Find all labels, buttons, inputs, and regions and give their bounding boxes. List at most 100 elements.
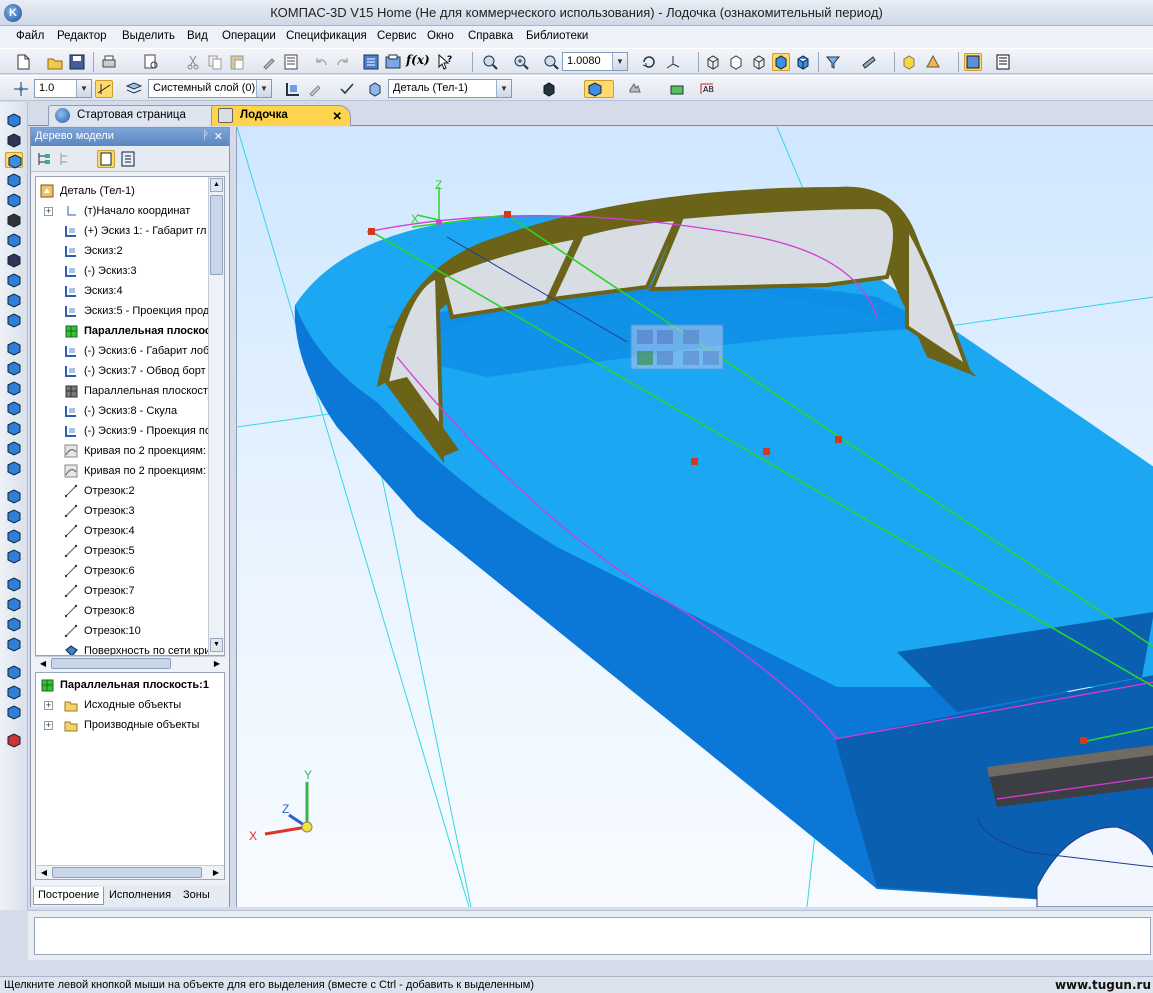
- orientation-axes-icon[interactable]: [664, 53, 682, 71]
- tree-item[interactable]: Отрезок:3: [36, 501, 208, 521]
- menu-select[interactable]: Выделить: [122, 30, 175, 42]
- rib-icon[interactable]: [5, 664, 23, 680]
- context-toolbar[interactable]: [630, 324, 724, 370]
- relation-item[interactable]: + Исходные объекты: [36, 695, 222, 715]
- section-icon[interactable]: [860, 53, 878, 71]
- tree-vertical-scrollbar[interactable]: ▲ ▼: [208, 177, 224, 655]
- local-cs-icon[interactable]: [12, 80, 30, 98]
- points-icon[interactable]: [5, 172, 23, 188]
- tree-item[interactable]: (+) Эскиз 1: - Габарит гл: [36, 221, 208, 241]
- tab-construction[interactable]: Построение: [33, 887, 105, 905]
- mesh-icon[interactable]: [5, 340, 23, 356]
- tree-item[interactable]: Кривая по 2 проекциям:: [36, 461, 208, 481]
- shaded-icon[interactable]: [772, 53, 790, 71]
- measure-icon[interactable]: [668, 80, 686, 98]
- properties-icon[interactable]: [282, 53, 300, 71]
- hidden-lines-icon[interactable]: [727, 53, 745, 71]
- tree-item[interactable]: Кривая по 2 проекциям:: [36, 441, 208, 461]
- rotate-icon[interactable]: [640, 53, 658, 71]
- tree-item[interactable]: (-) Эскиз:3: [36, 261, 208, 281]
- relation-item[interactable]: + Производные объекты: [36, 715, 222, 735]
- sew-icon[interactable]: [5, 636, 23, 652]
- shell-icon[interactable]: [5, 460, 23, 476]
- tree-item[interactable]: Поверхность по сети кри: [36, 641, 208, 655]
- tree-item[interactable]: Отрезок:10: [36, 621, 208, 641]
- spec-toggle-icon[interactable]: [994, 53, 1012, 71]
- menu-help[interactable]: Справка: [468, 30, 513, 42]
- array-icon[interactable]: [5, 272, 23, 288]
- 3d-viewport[interactable]: Z X Y X Z: [236, 127, 1153, 907]
- copy-icon[interactable]: [206, 53, 224, 71]
- tree-item[interactable]: (-) Эскиз:7 - Обвод борт: [36, 361, 208, 381]
- undo-icon[interactable]: [312, 53, 330, 71]
- loft-icon[interactable]: [5, 360, 23, 376]
- tab-executions[interactable]: Исполнения: [105, 887, 175, 905]
- chevron-down-icon[interactable]: ▼: [256, 80, 271, 97]
- box-icon[interactable]: [5, 420, 23, 436]
- part-select[interactable]: Деталь (Тел-1) ▼: [388, 79, 512, 98]
- hand-icon[interactable]: [626, 80, 644, 98]
- manager-icon[interactable]: [362, 53, 380, 71]
- variables-fx-icon[interactable]: f(x): [406, 53, 430, 71]
- patch-icon[interactable]: [5, 488, 23, 504]
- spline-icon[interactable]: [5, 400, 23, 416]
- zoom-value-select[interactable]: 1.0080 ▼: [562, 52, 628, 71]
- paste-icon[interactable]: [228, 53, 246, 71]
- cursor-icon[interactable]: [5, 152, 23, 169]
- measure-icon[interactable]: [5, 704, 23, 720]
- menu-libraries[interactable]: Библиотеки: [526, 30, 588, 42]
- tree-item[interactable]: Отрезок:8: [36, 601, 208, 621]
- cut-icon[interactable]: [184, 53, 202, 71]
- boat-model-render[interactable]: Z X Y X Z: [237, 127, 1153, 907]
- surface-net-icon[interactable]: [5, 508, 23, 524]
- pin-icon[interactable]: ᚹ: [202, 130, 209, 142]
- chevron-down-icon[interactable]: ▼: [76, 80, 91, 97]
- scroll-down-icon[interactable]: ▼: [210, 638, 223, 652]
- part-component-icon[interactable]: [366, 80, 384, 98]
- edit-component-icon[interactable]: [306, 80, 324, 98]
- scroll-right-icon[interactable]: ▶: [211, 657, 223, 670]
- arc-icon[interactable]: [5, 380, 23, 396]
- surface-icon[interactable]: [5, 292, 23, 308]
- tree-item[interactable]: Отрезок:6: [36, 561, 208, 581]
- tree-toggle-icon[interactable]: [964, 53, 982, 71]
- sketch-mode-icon[interactable]: [284, 80, 302, 98]
- plane2-icon[interactable]: [5, 548, 23, 564]
- tab-zones[interactable]: Зоны: [179, 887, 214, 905]
- filter-icon[interactable]: [5, 232, 23, 248]
- menu-view[interactable]: Вид: [187, 30, 208, 42]
- tree-item[interactable]: Эскиз:2: [36, 241, 208, 261]
- tree-item[interactable]: Деталь (Тел-1): [36, 181, 208, 201]
- tree-item[interactable]: Отрезок:5: [36, 541, 208, 561]
- relations-horizontal-scrollbar[interactable]: ◀ ▶: [36, 865, 224, 879]
- tab-start-page[interactable]: Стартовая страница: [48, 105, 230, 126]
- menu-file[interactable]: Файл: [16, 30, 44, 42]
- shaded-edges-icon[interactable]: [794, 53, 812, 71]
- redo-icon[interactable]: [334, 53, 352, 71]
- scroll-thumb[interactable]: [52, 867, 202, 878]
- tree-item[interactable]: Параллельная плоскость: [36, 381, 208, 401]
- tree-structure-icon[interactable]: [35, 150, 53, 168]
- menu-editor[interactable]: Редактор: [57, 30, 107, 42]
- scroll-thumb[interactable]: [210, 195, 223, 275]
- new-document-icon[interactable]: [14, 53, 32, 71]
- close-icon[interactable]: ✕: [214, 130, 223, 143]
- tree-item[interactable]: Эскиз:4: [36, 281, 208, 301]
- preview-icon[interactable]: [142, 53, 160, 71]
- ruled-icon[interactable]: [5, 616, 23, 632]
- step-select[interactable]: 1.0 ▼: [34, 79, 92, 98]
- tree-item[interactable]: Отрезок:4: [36, 521, 208, 541]
- fillet-icon[interactable]: [5, 192, 23, 208]
- library-manager-icon[interactable]: [384, 53, 402, 71]
- tree-item[interactable]: (-) Эскиз:9 - Проекция по: [36, 421, 208, 441]
- tree-relations-icon[interactable]: [119, 150, 137, 168]
- curve-icon[interactable]: [5, 212, 23, 228]
- snap-icon[interactable]: [95, 80, 113, 98]
- tree-item[interactable]: Отрезок:2: [36, 481, 208, 501]
- expand-icon[interactable]: +: [44, 207, 53, 216]
- open-folder-icon[interactable]: [46, 53, 64, 71]
- boolean-icon[interactable]: [540, 80, 558, 98]
- tree-view-icon[interactable]: [97, 150, 115, 168]
- delete-icon[interactable]: [5, 732, 23, 748]
- close-icon[interactable]: ✕: [332, 109, 342, 123]
